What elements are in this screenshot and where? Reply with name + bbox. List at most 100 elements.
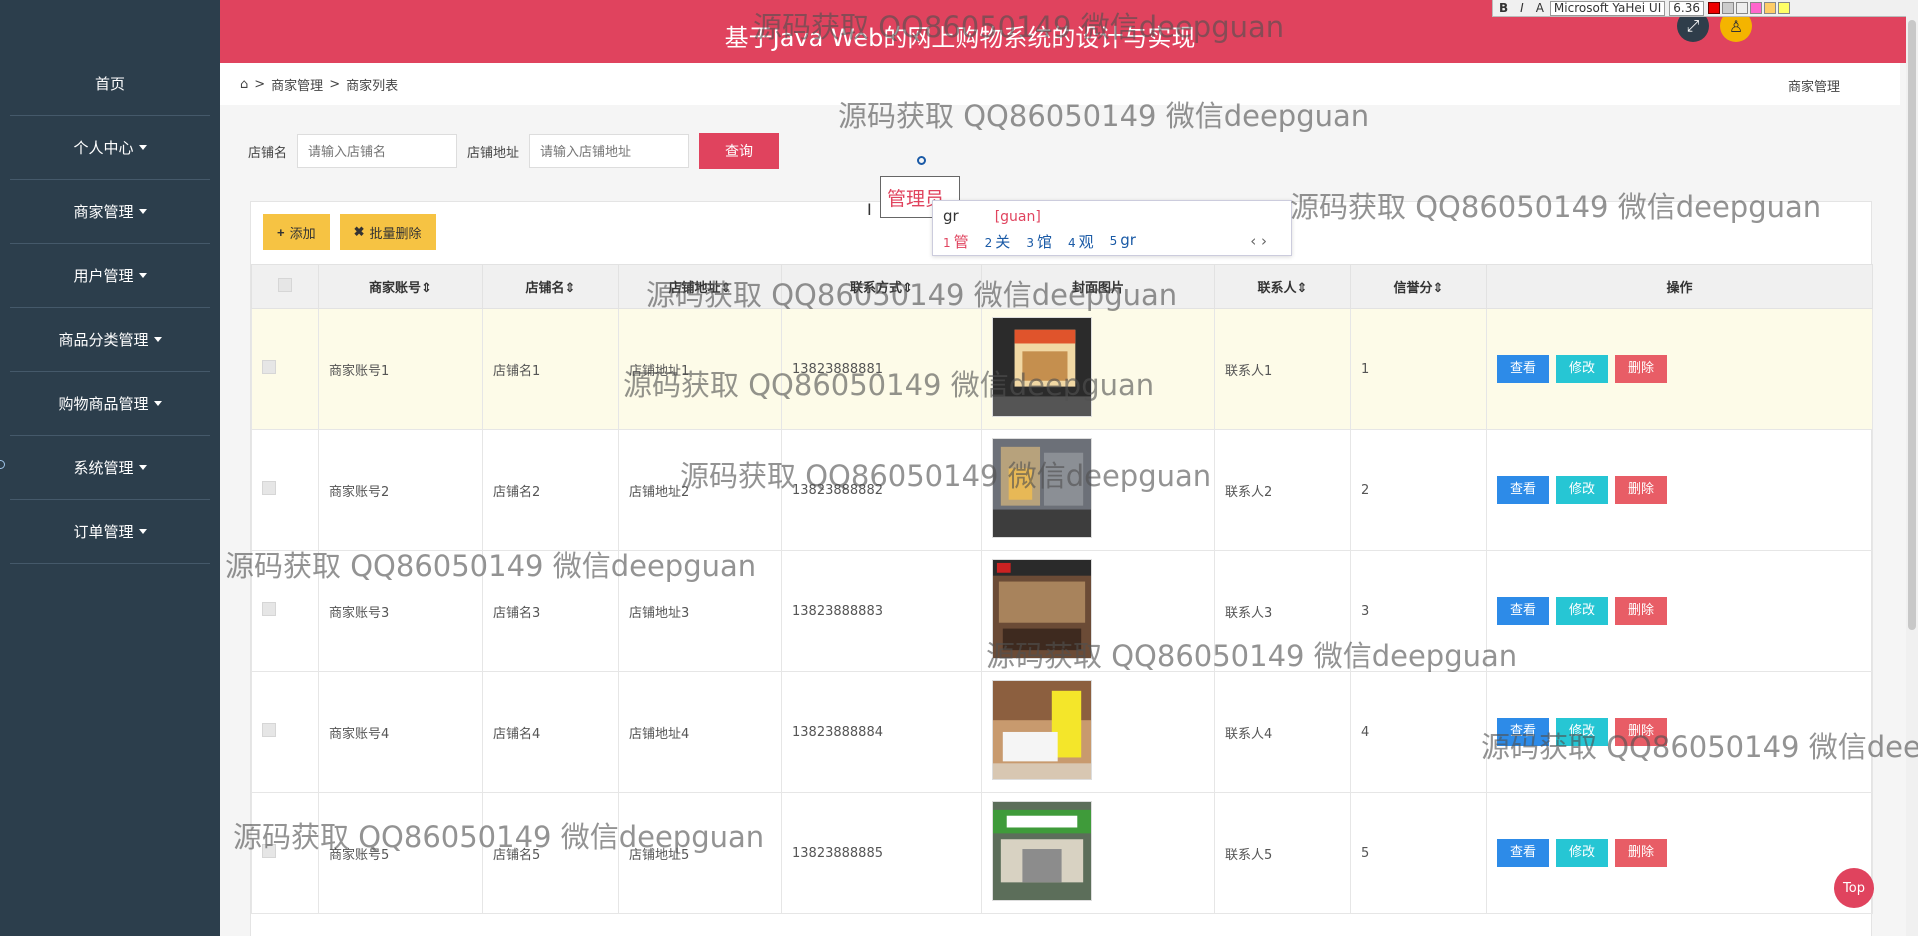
edit-button[interactable]: 修改 <box>1556 718 1608 746</box>
ime-candidate-text: 管 <box>953 233 969 251</box>
column-header-label: 封面图片 <box>1071 281 1124 296</box>
ime-pinyin: [guan] <box>994 209 1041 225</box>
home-icon[interactable]: ⌂ <box>240 77 248 92</box>
delete-button[interactable]: 删除 <box>1615 597 1667 625</box>
row-select-cell <box>251 429 319 551</box>
ime-candidate[interactable]: 1管 <box>943 231 969 252</box>
shop-address-cell: 店铺地址5 <box>618 792 782 914</box>
font-color-icon[interactable]: A <box>1536 1 1544 15</box>
sidebar-item-label: 商家管理 <box>73 203 134 221</box>
edit-button[interactable]: 修改 <box>1556 597 1608 625</box>
credit-score-cell: 2 <box>1350 429 1487 551</box>
phone-cell: 13823888885 <box>781 792 982 914</box>
ime-candidate[interactable]: 2关 <box>985 231 1011 252</box>
row-checkbox[interactable] <box>262 602 276 616</box>
column-header[interactable]: 店铺名⇕ <box>482 264 619 309</box>
ime-page-nav[interactable]: ‹ › <box>1250 232 1267 250</box>
ime-candidate[interactable]: 5 gr <box>1110 231 1136 252</box>
view-button[interactable]: 查看 <box>1497 355 1549 383</box>
sidebar-item-personal-center[interactable]: 个人中心 <box>10 116 210 180</box>
batch-delete-button-label: 批量删除 <box>369 225 422 241</box>
sidebar-item-system-management[interactable]: 系统管理 <box>10 436 210 500</box>
drag-handle-icon[interactable] <box>917 156 926 165</box>
table-row[interactable]: 商家账号2 店铺名2 店铺地址2 13823888882 联系人2 2 查看 修改… <box>251 429 1873 551</box>
ime-candidate-number: 4 <box>1067 236 1076 250</box>
view-button[interactable]: 查看 <box>1497 839 1549 867</box>
search-form: 店铺名 店铺地址 查询 <box>248 133 780 169</box>
actions-cell: 查看 修改 删除 <box>1486 550 1873 672</box>
sidebar-item-label: 购物商品管理 <box>58 395 149 413</box>
sidebar-item-merchant-management[interactable]: 商家管理 <box>10 180 210 244</box>
shop-address-cell: 店铺地址3 <box>618 550 782 672</box>
sidebar-item-category-management[interactable]: 商品分类管理 <box>10 308 210 372</box>
sidebar-item-product-management[interactable]: 购物商品管理 <box>10 372 210 436</box>
sidebar-item-home[interactable]: 首页 <box>10 52 210 116</box>
table-row[interactable]: 商家账号3 店铺名3 店铺地址3 13823888883 联系人3 3 查看 修改… <box>251 550 1873 672</box>
sidebar-item-order-management[interactable]: 订单管理 <box>10 500 210 564</box>
table-row[interactable]: 商家账号5 店铺名5 店铺地址5 13823888885 联系人5 5 查看 修改… <box>251 792 1873 914</box>
column-header[interactable]: 联系方式⇕ <box>781 264 982 309</box>
credit-score-cell: 5 <box>1350 792 1487 914</box>
query-button[interactable]: 查询 <box>699 133 780 169</box>
row-checkbox[interactable] <box>262 723 276 737</box>
delete-button[interactable]: 删除 <box>1615 355 1667 383</box>
bold-button[interactable]: B <box>1499 1 1508 15</box>
back-to-top-button[interactable]: Top <box>1834 868 1874 908</box>
color-swatch[interactable] <box>1735 2 1748 14</box>
font-select[interactable]: Microsoft YaHei UI <box>1549 0 1666 16</box>
phone-cell: 13823888881 <box>781 308 982 430</box>
contact-cell: 联系人3 <box>1214 550 1351 672</box>
ime-input-line: gr [guan] <box>943 207 1041 225</box>
color-swatch[interactable] <box>1777 2 1790 14</box>
italic-button[interactable]: I <box>1520 1 1524 15</box>
sidebar-handle[interactable] <box>0 460 5 469</box>
scrollbar-thumb[interactable] <box>1908 20 1916 630</box>
actions-cell: 查看 修改 删除 <box>1486 792 1873 914</box>
color-swatch[interactable] <box>1707 2 1720 14</box>
page-scrollbar[interactable] <box>1906 0 1918 936</box>
shop-name-input[interactable] <box>297 134 458 168</box>
view-button[interactable]: 查看 <box>1497 597 1549 625</box>
column-header[interactable]: 店铺地址⇕ <box>618 264 782 309</box>
breadcrumb-item[interactable]: 商家管理 <box>271 75 323 94</box>
delete-button[interactable]: 删除 <box>1615 839 1667 867</box>
view-button[interactable]: 查看 <box>1497 718 1549 746</box>
text-cursor-icon: I <box>867 200 872 219</box>
row-checkbox[interactable] <box>262 481 276 495</box>
column-header[interactable]: 封面图片 <box>981 264 1215 309</box>
color-swatch[interactable] <box>1721 2 1734 14</box>
merchant-account-cell: 商家账号2 <box>318 429 483 551</box>
edit-button[interactable]: 修改 <box>1556 839 1608 867</box>
page-title: 基于Java Web的网上购物系统的设计与实现 <box>724 24 1196 52</box>
add-button[interactable]: + 添加 <box>263 214 330 250</box>
row-checkbox[interactable] <box>262 844 276 858</box>
cover-image <box>992 317 1092 417</box>
ime-candidate[interactable]: 3馆 <box>1026 231 1052 252</box>
column-header[interactable]: 商家账号⇕ <box>318 264 483 309</box>
color-swatch[interactable] <box>1749 2 1762 14</box>
actions-cell: 查看 修改 删除 <box>1486 671 1873 793</box>
batch-delete-button[interactable]: ✖ 批量删除 <box>339 214 436 250</box>
edit-button[interactable]: 修改 <box>1556 355 1608 383</box>
shop-name-cell: 店铺名5 <box>482 792 619 914</box>
sidebar-item-user-management[interactable]: 用户管理 <box>10 244 210 308</box>
column-header[interactable]: 信誉分⇕ <box>1350 264 1487 309</box>
table-row[interactable]: 商家账号1 店铺名1 店铺地址1 13823888881 联系人1 1 查看 修改… <box>251 308 1873 430</box>
delete-button[interactable]: 删除 <box>1615 476 1667 504</box>
ime-candidate[interactable]: 4观 <box>1068 231 1094 252</box>
row-select-cell <box>251 671 319 793</box>
color-swatch[interactable] <box>1763 2 1776 14</box>
row-checkbox[interactable] <box>262 360 276 374</box>
shop-address-input[interactable] <box>529 134 690 168</box>
table-row[interactable]: 商家账号4 店铺名4 店铺地址4 13823888884 联系人4 4 查看 修改… <box>251 671 1873 793</box>
font-size-select[interactable]: 6.36 <box>1669 0 1704 16</box>
ime-candidate-popup[interactable]: gr [guan] 1管 2关 3馆 4观 5 gr ‹ › <box>932 200 1292 256</box>
select-all-checkbox[interactable] <box>278 277 292 292</box>
sort-icon: ⇕ <box>1296 281 1308 296</box>
edit-button[interactable]: 修改 <box>1556 476 1608 504</box>
contact-cell: 联系人4 <box>1214 671 1351 793</box>
view-button[interactable]: 查看 <box>1497 476 1549 504</box>
column-header[interactable]: 联系人⇕ <box>1214 264 1351 309</box>
delete-button[interactable]: 删除 <box>1615 718 1667 746</box>
credit-score-cell: 1 <box>1350 308 1487 430</box>
